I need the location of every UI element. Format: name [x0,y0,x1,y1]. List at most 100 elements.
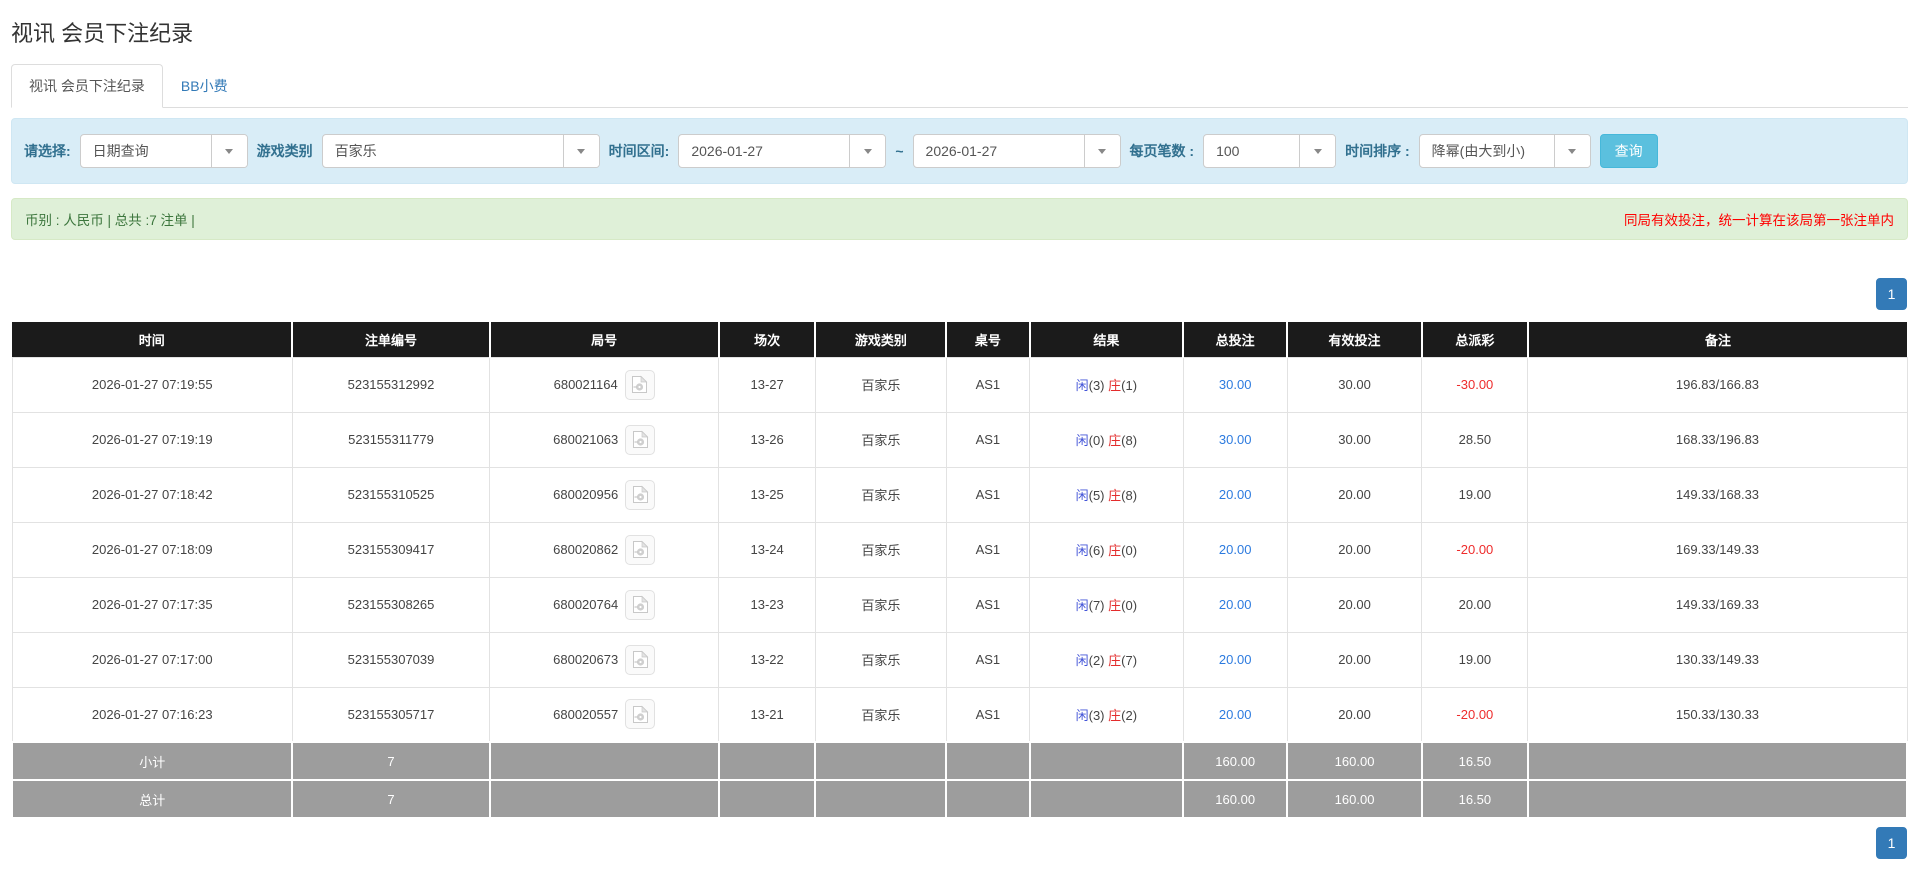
table-body: 2026-01-27 07:19:55 523155312992 680021164… [11,356,1908,743]
page-1-button[interactable]: 1 [1876,827,1907,859]
total-bet-link[interactable]: 30.00 [1219,432,1252,447]
video-record-icon [632,705,649,723]
date-from-select[interactable]: 2026-01-27 [678,134,887,168]
payout-cell: -30.00 [1421,356,1529,413]
bet-no-cell: 523155307039 [291,631,491,688]
banker-result: 庄 [1108,653,1122,668]
remark-cell: 168.33/196.83 [1527,411,1908,468]
chevron-down-icon [1553,135,1590,167]
valid-bet-cell: 20.00 [1286,466,1423,523]
summary-empty-cell [1526,779,1909,819]
bet-no-cell: 523155309417 [291,521,491,578]
summary-label-cell: 小计 [10,741,294,781]
pagination-bottom: 1 [12,827,1907,859]
summary-empty-cell [1028,779,1185,819]
query-mode-value: 日期查询 [92,143,149,159]
round-no: 680020673 [553,652,619,667]
summary-total-bet-cell: 160.00 [1182,779,1289,819]
bet-time-cell: 2026-01-27 07:19:19 [11,411,293,468]
total-bet-link[interactable]: 30.00 [1219,377,1252,392]
banker-result: 庄 [1108,543,1122,558]
payout-cell: 19.00 [1421,631,1529,688]
round-no-cell: 680020862 [489,521,720,578]
total-bet-cell: 20.00 [1182,631,1288,688]
column-header: 时间 [12,322,293,357]
time-sort-select[interactable]: 降幂(由大到小) [1418,134,1591,168]
time-sort-value: 降幂(由大到小) [1431,143,1525,159]
column-header: 结果 [1028,322,1184,357]
table-row: 2026-01-27 07:16:23 523155305717 680020557… [11,686,1908,743]
query-mode-label: 请选择: [24,143,71,159]
column-header: 有效投注 [1286,322,1422,357]
table-no-cell: AS1 [945,411,1031,468]
page-1-button[interactable]: 1 [1876,278,1907,310]
summary-empty-cell [717,741,817,781]
column-header: 场次 [717,322,816,357]
total-bet-link[interactable]: 20.00 [1219,652,1252,667]
table-no-cell: AS1 [945,356,1031,413]
search-button[interactable]: 查询 [1599,134,1658,168]
total-bet-cell: 20.00 [1182,576,1288,633]
chevron-down-icon [1299,135,1336,167]
tab-records[interactable]: 视讯 会员下注纪录 [11,64,163,108]
subtotal-row: 小计 7 160.00 160.00 16.50 [10,741,1909,781]
table-no-cell: AS1 [945,631,1031,688]
date-range-tilde: ~ [895,143,904,159]
total-bet-link[interactable]: 20.00 [1219,542,1252,557]
payout-cell: -20.00 [1421,686,1529,743]
total-bet-link[interactable]: 20.00 [1219,597,1252,612]
total-bet-cell: 30.00 [1182,411,1288,468]
valid-bet-notice-text: 同局有效投注，统一计算在该局第一张注单内 [1624,213,1894,228]
session-cell: 13-22 [718,631,816,688]
valid-bet-cell: 20.00 [1286,576,1423,633]
valid-bet-cell: 20.00 [1286,631,1423,688]
game-type-cell: 百家乐 [814,466,947,523]
column-header: 注单编号 [291,322,490,357]
bet-time-cell: 2026-01-27 07:17:00 [11,631,293,688]
table-foot: 小计 7 160.00 160.00 16.50 总计 7 160.00 160.00 16.50 [10,741,1909,819]
result-cell: 闲(7) 庄(0) [1029,576,1184,633]
session-cell: 13-24 [718,521,816,578]
banker-result: 庄 [1108,378,1122,393]
grand-total-row: 总计 7 160.00 160.00 16.50 [10,779,1909,819]
tab-bb-tip[interactable]: BB小费 [163,64,246,108]
game-type-cell: 百家乐 [814,576,947,633]
summary-empty-cell [717,779,817,819]
table-row: 2026-01-27 07:19:55 523155312992 680021164… [11,356,1908,413]
video-record-icon [632,430,649,448]
video-record-button[interactable] [625,534,656,565]
video-record-button[interactable] [625,699,656,730]
video-record-button[interactable] [625,644,656,675]
pagination-top: 1 [12,278,1907,310]
total-bet-link[interactable]: 20.00 [1219,487,1252,502]
round-no: 680020956 [553,487,619,502]
video-record-button[interactable] [624,369,655,400]
video-record-button[interactable] [625,424,656,455]
table-no-cell: AS1 [945,466,1031,523]
game-type-select[interactable]: 百家乐 [321,134,600,168]
summary-empty-cell [814,779,948,819]
column-header: 总投注 [1182,322,1288,357]
video-record-button[interactable] [625,589,656,620]
player-score: (0) [1088,433,1109,448]
banker-score: (0) [1121,598,1138,613]
banker-score: (8) [1121,433,1138,448]
video-record-button[interactable] [625,479,656,510]
total-bet-cell: 20.00 [1182,686,1288,743]
banker-result: 庄 [1108,433,1122,448]
query-mode-select[interactable]: 日期查询 [79,134,248,168]
summary-empty-cell [814,741,948,781]
date-to-select[interactable]: 2026-01-27 [912,134,1121,168]
page-size-label: 每页笔数 : [1129,143,1195,159]
round-no: 680021063 [553,432,619,447]
bet-time-cell: 2026-01-27 07:17:35 [11,576,293,633]
player-result: 闲 [1075,653,1089,668]
summary-count-cell: 7 [291,779,491,819]
table-row: 2026-01-27 07:17:00 523155307039 680020673… [11,631,1908,688]
bet-no-cell: 523155311779 [291,411,491,468]
payout-cell: 19.00 [1421,466,1529,523]
chevron-down-icon [1083,135,1120,167]
page-size-select[interactable]: 100 [1203,134,1337,168]
player-result: 闲 [1075,433,1089,448]
total-bet-link[interactable]: 20.00 [1219,707,1252,722]
